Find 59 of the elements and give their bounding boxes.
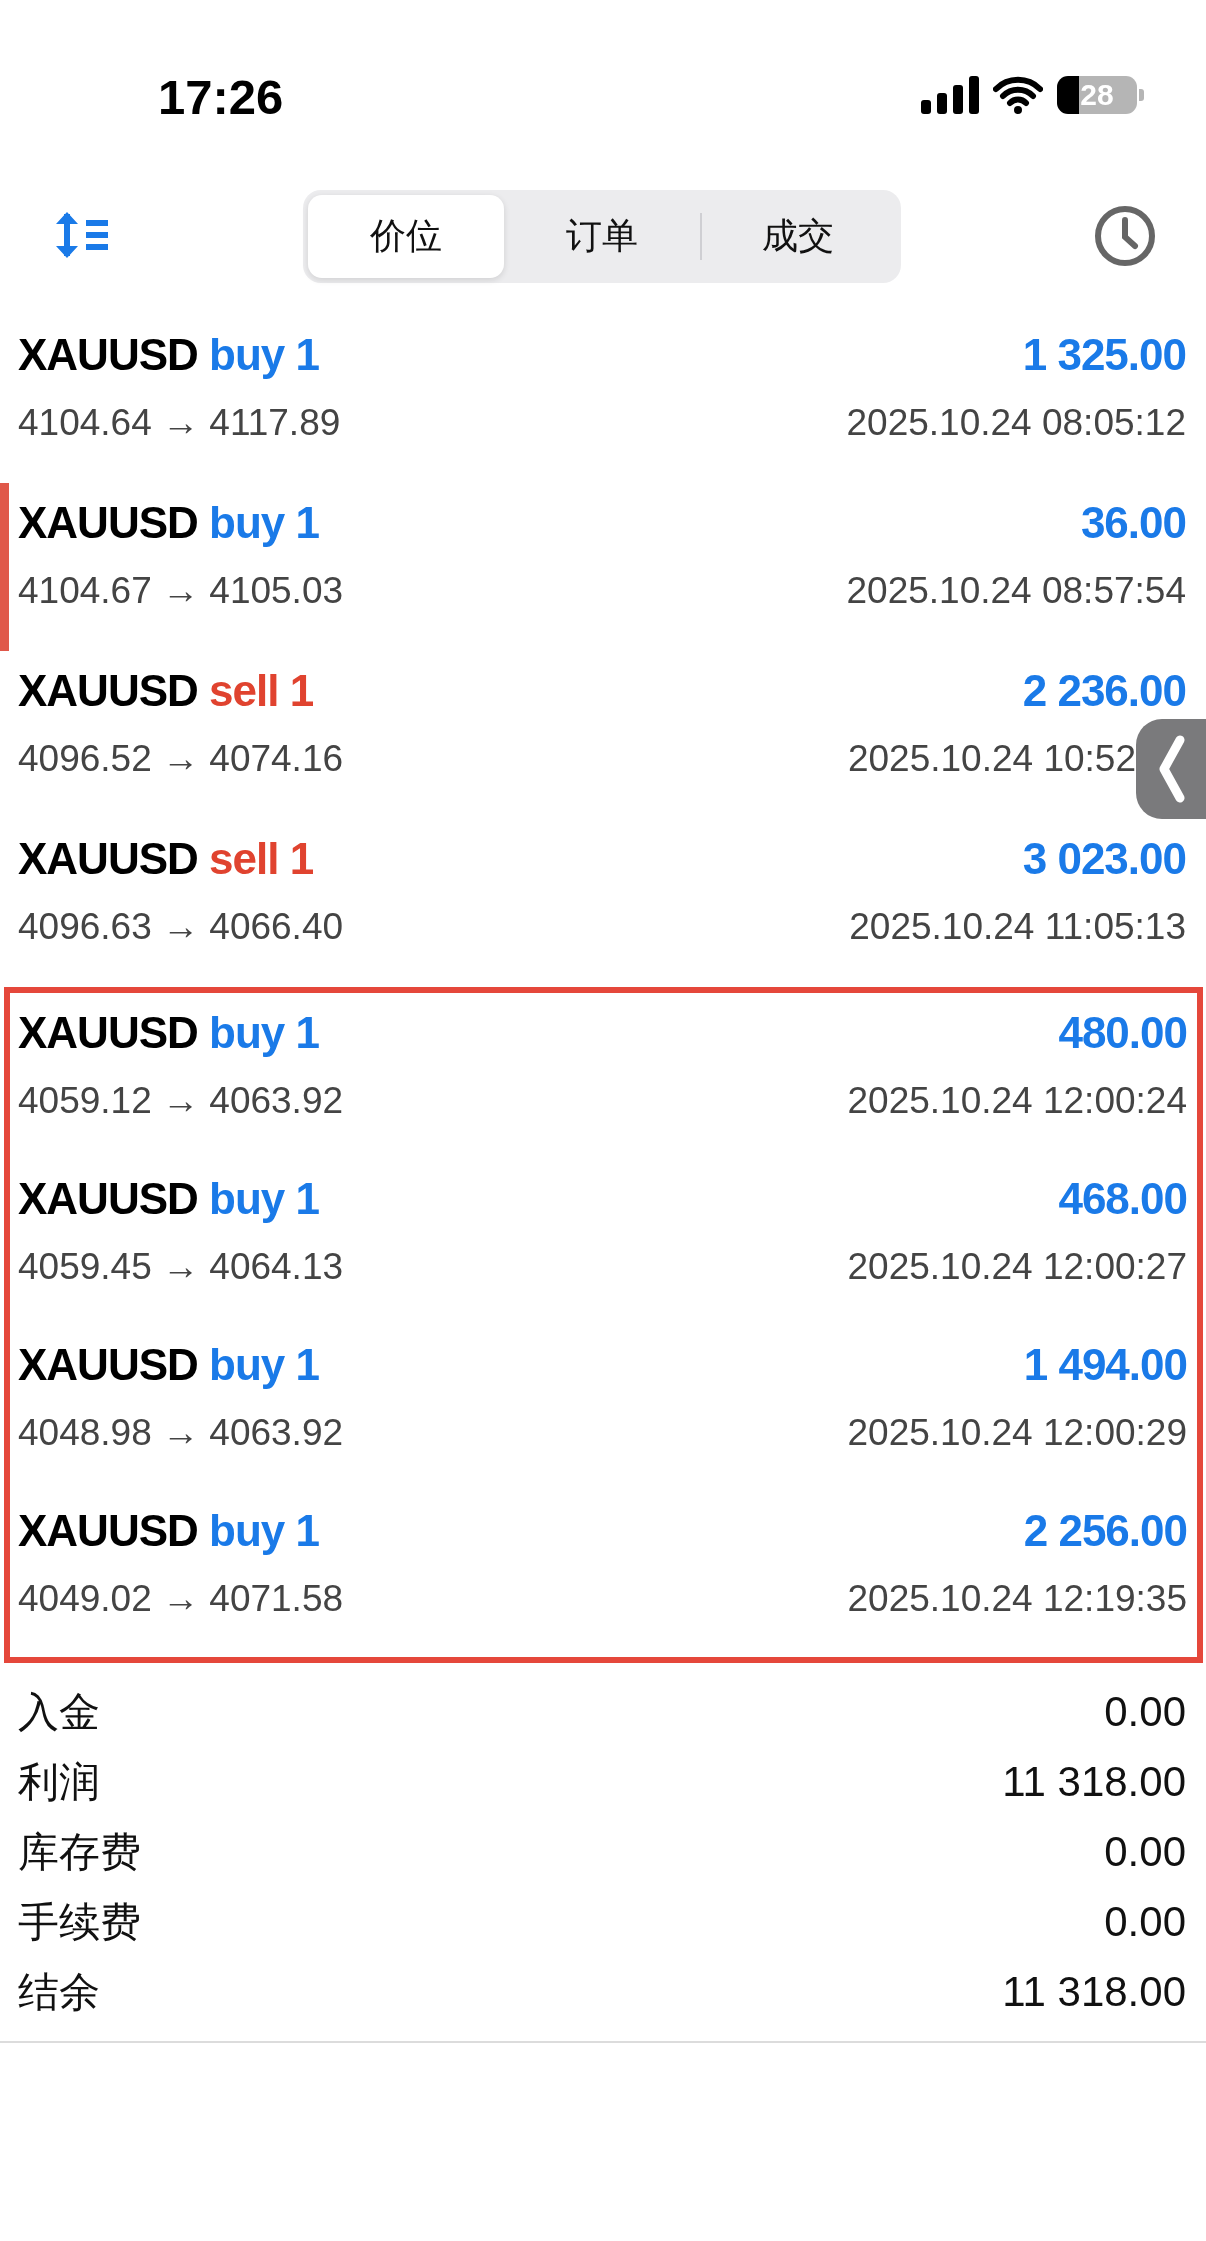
- profit-amount: 3 023.00: [1022, 834, 1186, 884]
- summary-value: 11 318.00: [1002, 1968, 1186, 2016]
- trade-time: 2025.10.24 11:05:13: [849, 906, 1186, 948]
- trade-title: XAUUSD sell 1: [18, 666, 314, 716]
- trade-row[interactable]: XAUUSD buy 1 1 325.00 4104.64 → 4117.89 2025.10.24 08:05:12: [0, 315, 1206, 483]
- profit-amount: 480.00: [1058, 1008, 1187, 1058]
- summary-label: 利润: [18, 1757, 100, 1807]
- summary-value: 0.00: [1104, 1898, 1186, 1946]
- segment-tab[interactable]: 成交: [700, 195, 896, 278]
- price-range: 4104.64 → 4117.89: [18, 402, 341, 444]
- price-range: 4096.63 → 4066.40: [18, 906, 344, 948]
- trade-title: XAUUSD buy 1: [18, 1174, 319, 1224]
- summary-label: 手续费: [18, 1897, 141, 1947]
- sort-icon[interactable]: [54, 210, 110, 260]
- summary-label: 结余: [18, 1967, 100, 2017]
- segment-tab[interactable]: 订单: [504, 195, 700, 278]
- price-range: 4104.67 → 4105.03: [18, 570, 344, 612]
- segment-tab[interactable]: 价位: [308, 195, 504, 278]
- profit-amount: 1 494.00: [1023, 1340, 1187, 1390]
- trade-title: XAUUSD sell 1: [18, 834, 314, 884]
- trade-time: 2025.10.24 10:52: [847, 738, 1136, 780]
- summary-label: 库存费: [18, 1827, 141, 1877]
- summary-value: 11 318.00: [1002, 1758, 1186, 1806]
- price-range: 4096.52 → 4074.16: [18, 738, 344, 780]
- price-range: 4059.45 → 4064.13: [18, 1246, 344, 1288]
- trade-title: XAUUSD buy 1: [18, 1506, 319, 1556]
- trade-title: XAUUSD buy 1: [18, 1008, 319, 1058]
- clock-icon[interactable]: [1094, 205, 1156, 267]
- summary-value: 0.00: [1104, 1688, 1186, 1736]
- price-range: 4048.98 → 4063.92: [18, 1412, 344, 1454]
- profit-amount: 1 325.00: [1022, 330, 1186, 380]
- trade-row[interactable]: XAUUSD buy 1 36.00 4104.67 → 4105.03 2025.10.24 08:57:54: [0, 483, 1206, 651]
- trade-time: 2025.10.24 08:57:54: [846, 570, 1186, 612]
- trade-row[interactable]: XAUUSD buy 1 468.00 4059.45 → 4064.13 2025.10.24 12:00:27: [10, 1159, 1197, 1325]
- summary-value: 0.00: [1104, 1828, 1186, 1876]
- signal-icon: [921, 76, 979, 114]
- trade-row[interactable]: XAUUSD buy 1 1 494.00 4048.98 → 4063.92 2025.10.24 12:00:29: [10, 1325, 1197, 1491]
- profit-amount: 468.00: [1058, 1174, 1187, 1224]
- wifi-icon: [993, 76, 1043, 114]
- profit-amount: 2 256.00: [1023, 1506, 1187, 1556]
- trade-row[interactable]: XAUUSD sell 1 3 023.00 4096.63 → 4066.40 2025.10.24 11:05:13: [0, 819, 1206, 987]
- side-panel-handle[interactable]: [1136, 719, 1206, 819]
- trade-title: XAUUSD buy 1: [18, 498, 319, 548]
- trade-row[interactable]: XAUUSD buy 1 2 256.00 4049.02 → 4071.58 2025.10.24 12:19:35: [10, 1491, 1197, 1657]
- trade-time: 2025.10.24 12:19:35: [847, 1578, 1187, 1620]
- summary-label: 入金: [18, 1687, 100, 1737]
- trade-title: XAUUSD buy 1: [18, 330, 319, 380]
- trade-time: 2025.10.24 08:05:12: [846, 402, 1186, 444]
- trade-time: 2025.10.24 12:00:27: [847, 1246, 1187, 1288]
- price-range: 4059.12 → 4063.92: [18, 1080, 344, 1122]
- trade-title: XAUUSD buy 1: [18, 1340, 319, 1390]
- trade-time: 2025.10.24 12:00:29: [847, 1412, 1187, 1454]
- price-range: 4049.02 → 4071.58: [18, 1578, 344, 1620]
- clock-time: 17:26: [158, 69, 285, 125]
- trade-row[interactable]: XAUUSD sell 1 2 236.00 4096.52 → 4074.16 2025.10.24 10:52: [0, 651, 1206, 819]
- profit-amount: 36.00: [1080, 498, 1186, 548]
- trade-row[interactable]: XAUUSD buy 1 480.00 4059.12 → 4063.92 2025.10.24 12:00:24: [10, 993, 1197, 1159]
- trade-time: 2025.10.24 12:00:24: [847, 1080, 1187, 1122]
- profit-amount: 2 236.00: [1022, 666, 1186, 716]
